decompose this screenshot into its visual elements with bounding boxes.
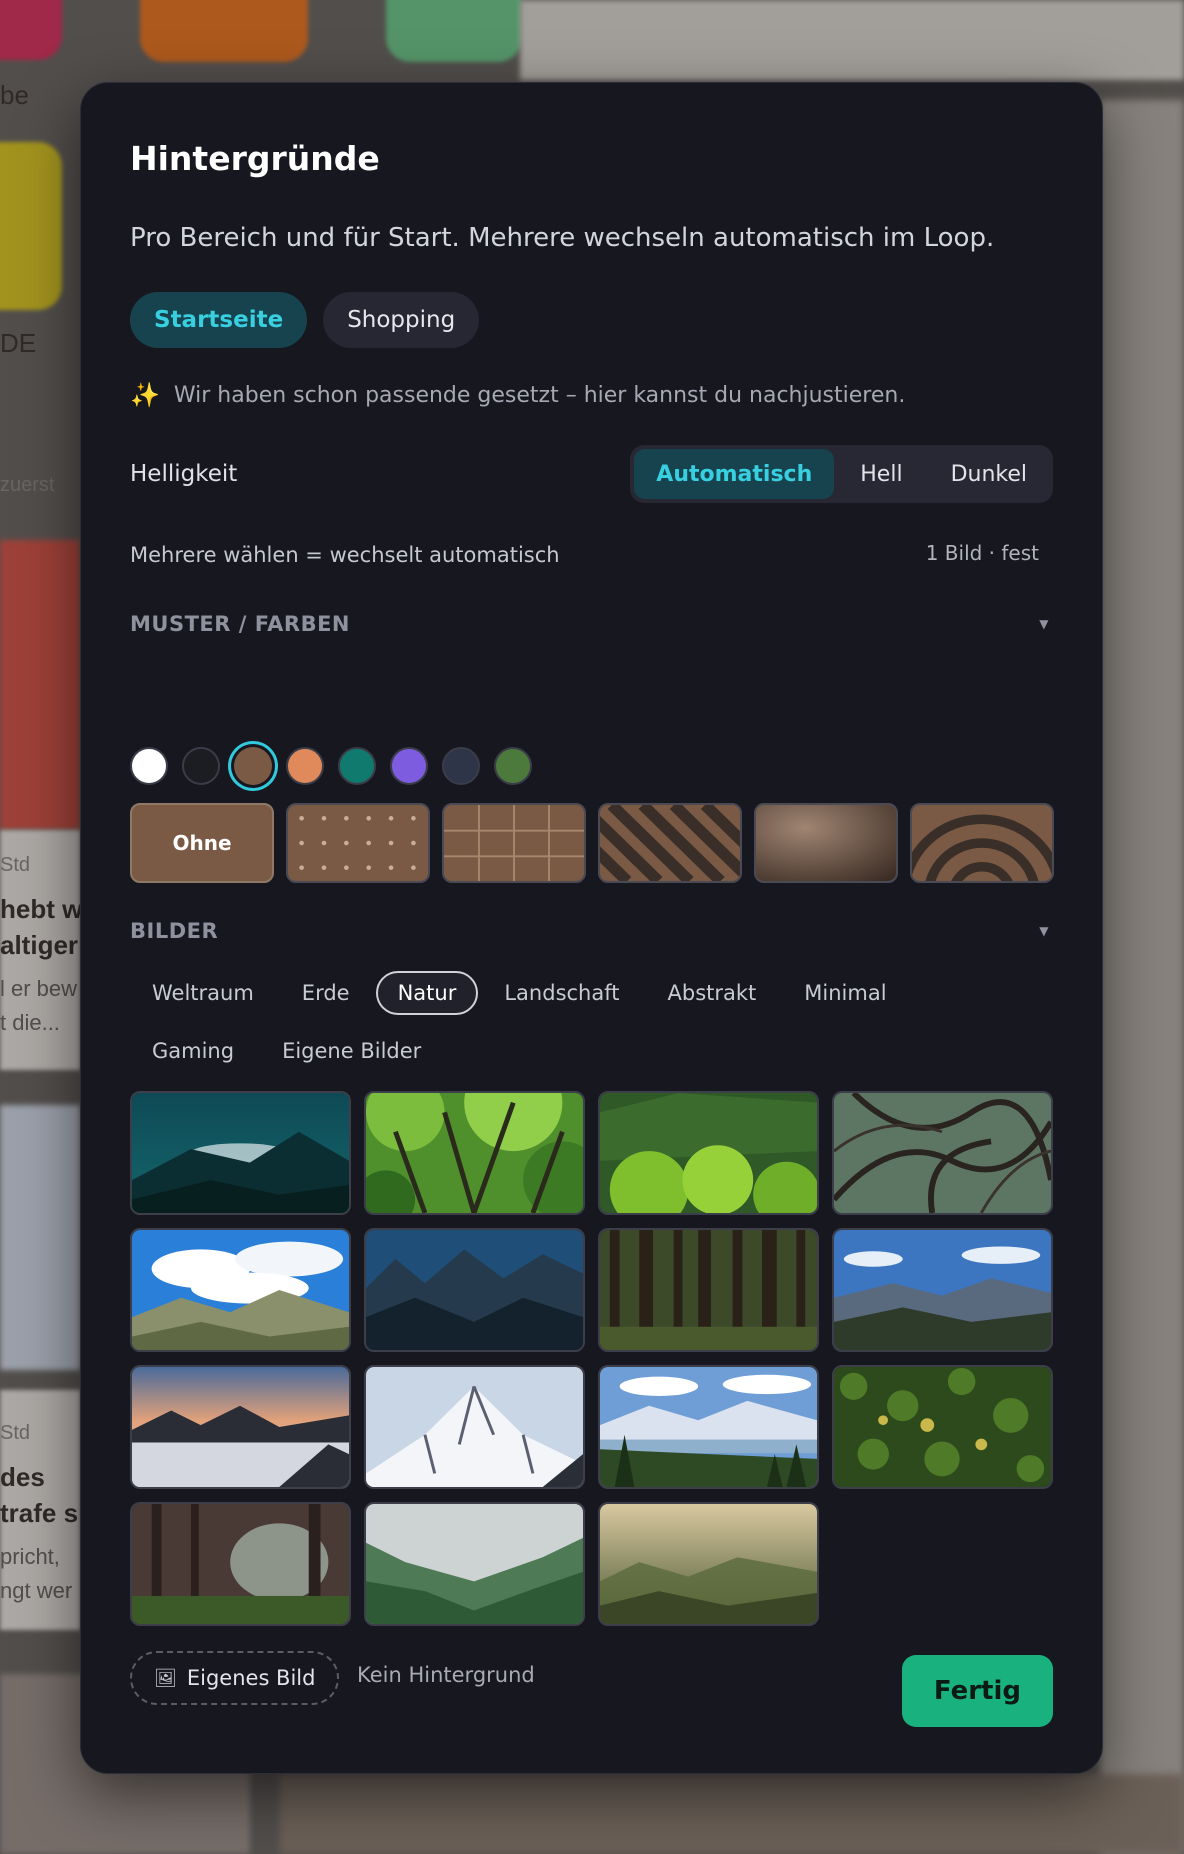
section-title: BILDER (130, 919, 219, 943)
image-thumb-valley-panorama[interactable] (832, 1228, 1053, 1352)
pattern-dots[interactable] (286, 803, 430, 883)
pattern-label: Ohne (172, 831, 232, 855)
done-button[interactable]: Fertig (901, 1655, 1053, 1727)
brightness-hell[interactable]: Hell (838, 449, 924, 499)
no-background-link[interactable]: Kein Hintergrund (357, 1663, 535, 1687)
add-own-image-button[interactable]: 🖼 Eigenes Bild (130, 1651, 340, 1705)
image-thumb-dark-blue-peaks[interactable] (364, 1228, 585, 1352)
pattern-grid[interactable] (442, 803, 586, 883)
pattern-gradient[interactable] (754, 803, 898, 883)
category-abstrakt[interactable]: Abstrakt (646, 971, 779, 1015)
pattern-options: Ohne (130, 803, 1054, 883)
category-weltraum[interactable]: Weltraum (130, 971, 276, 1015)
color-swatch[interactable] (130, 747, 168, 785)
category-gaming[interactable]: Gaming (130, 1029, 256, 1073)
sparkle-icon: ✨ (130, 381, 160, 409)
brightness-segmented-control: Automatisch Hell Dunkel (630, 445, 1053, 503)
patterns-section-header[interactable]: MUSTER / FARBEN ▼ (130, 612, 1053, 636)
brightness-label: Helligkeit (130, 461, 238, 487)
selection-count: 1 Bild · fest (925, 541, 1039, 565)
picture-icon: 🖼 (154, 1667, 177, 1689)
section-title: MUSTER / FARBEN (130, 612, 350, 636)
color-swatches (130, 747, 532, 785)
caret-down-icon: ▼ (1039, 617, 1049, 631)
brightness-dunkel[interactable]: Dunkel (929, 449, 1049, 499)
category-erde[interactable]: Erde (280, 971, 372, 1015)
brightness-automatisch[interactable]: Automatisch (634, 449, 835, 499)
hint-text: Wir haben schon passende gesetzt – hier … (173, 382, 906, 408)
image-categories: Weltraum Erde Natur Landschaft Abstrakt … (130, 971, 1030, 1073)
pattern-stripes[interactable] (598, 803, 742, 883)
image-thumb-green-tree-canopy[interactable] (364, 1091, 585, 1215)
category-eigene-bilder[interactable]: Eigene Bilder (260, 1029, 443, 1073)
multi-select-label: Mehrere wählen = wechselt automatisch (130, 543, 560, 567)
images-section-header[interactable]: BILDER ▼ (130, 919, 1053, 943)
image-thumb-forest-hills[interactable] (598, 1091, 819, 1215)
caret-down-icon: ▼ (1039, 924, 1049, 938)
dialog-title: Hintergründe (130, 139, 380, 178)
category-landschaft[interactable]: Landschaft (482, 971, 641, 1015)
pattern-waves[interactable] (910, 803, 1054, 883)
color-swatch[interactable] (182, 747, 220, 785)
image-thumb-sunset-sea-of-clouds[interactable] (130, 1365, 351, 1489)
category-natur[interactable]: Natur (375, 971, 479, 1015)
image-thumb-blue-sky-alps[interactable] (130, 1228, 351, 1352)
image-thumb-lake-valley-pines[interactable] (598, 1365, 819, 1489)
color-swatch[interactable] (442, 747, 480, 785)
backgrounds-dialog: Hintergründe Pro Bereich und für Start. … (80, 82, 1103, 1774)
tab-shopping[interactable]: Shopping (323, 292, 480, 348)
image-thumb-foggy-forest-valley[interactable] (364, 1502, 585, 1626)
image-thumb-golden-fog-forest[interactable] (598, 1502, 819, 1626)
image-thumb-teal-mountain-mist[interactable] (130, 1091, 351, 1215)
area-tabs: Startseite Shopping (130, 292, 480, 348)
dialog-subtitle: Pro Bereich und für Start. Mehrere wechs… (130, 223, 995, 253)
add-own-image-label: Eigenes Bild (186, 1666, 316, 1690)
color-swatch[interactable] (286, 747, 324, 785)
image-thumb-snowy-peak[interactable] (364, 1365, 585, 1489)
color-swatch[interactable] (234, 747, 272, 785)
image-thumb-twisted-branches[interactable] (832, 1091, 1053, 1215)
category-minimal[interactable]: Minimal (782, 971, 908, 1015)
image-grid (130, 1091, 1053, 1626)
image-thumb-aerial-forest[interactable] (832, 1365, 1053, 1489)
hint-row: ✨ Wir haben schon passende gesetzt – hie… (130, 381, 905, 409)
tab-startseite[interactable]: Startseite (130, 292, 308, 348)
image-thumb-pine-trunks[interactable] (598, 1228, 819, 1352)
color-swatch[interactable] (494, 747, 532, 785)
color-swatch[interactable] (390, 747, 428, 785)
image-thumb-misty-forest-path[interactable] (130, 1502, 351, 1626)
color-swatch[interactable] (338, 747, 376, 785)
pattern-none[interactable]: Ohne (130, 803, 274, 883)
